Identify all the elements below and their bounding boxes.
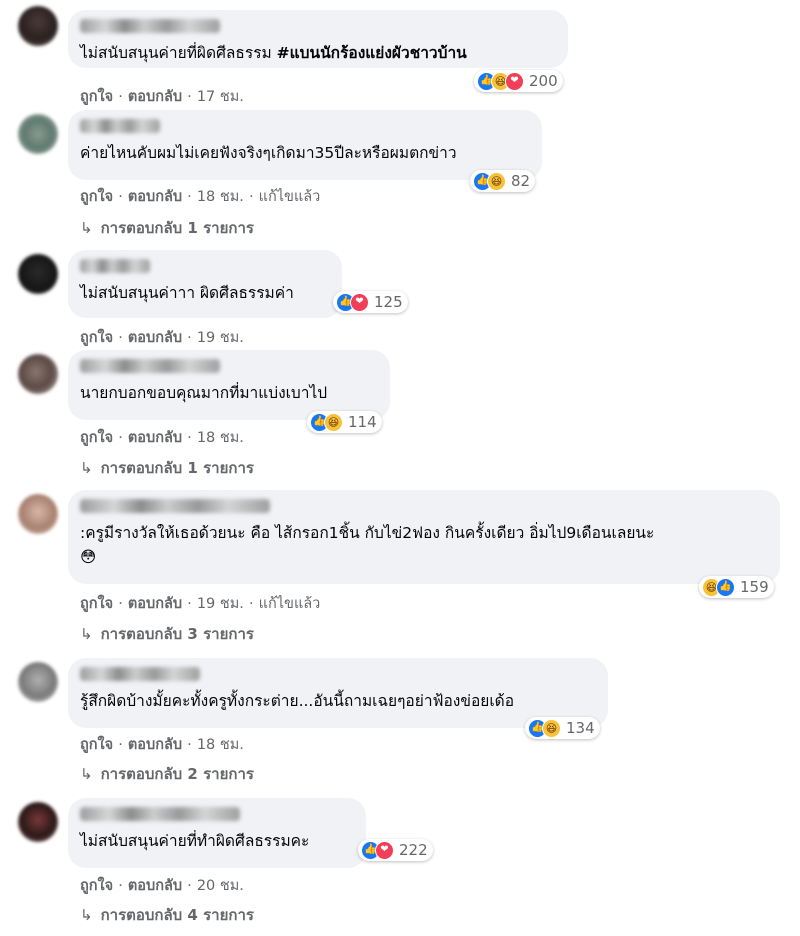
reply-arrow-icon: ↳ xyxy=(80,625,93,643)
edited-label: แก้ไขแล้ว xyxy=(258,596,321,612)
timestamp[interactable]: 19 ชม. xyxy=(197,596,244,612)
reaction-summary[interactable]: 👍 😆 114 xyxy=(307,411,382,433)
edited-label: แก้ไขแล้ว xyxy=(258,189,321,205)
haha-reaction-icon: 😆 xyxy=(542,718,561,738)
comment-text: นายกบอกขอบคุณมากที่มาแบ่งเบาไป xyxy=(80,384,328,402)
reaction-count: 159 xyxy=(740,578,769,596)
reply-button[interactable]: ตอบกลับ xyxy=(128,330,182,346)
comment-meta: ถูกใจ · ตอบกลับ · 19 ชม. · แก้ไขแล้ว xyxy=(80,596,321,612)
comment-text: ไม่สนับสนุนค่ายที่ทำผิดศีลธรรมคะ xyxy=(80,832,310,850)
love-reaction-icon: ❤ xyxy=(375,840,394,860)
like-button[interactable]: ถูกใจ xyxy=(80,596,113,612)
comment-bubble: ไม่สนับสนุนค่ายที่ทำผิดศีลธรรมคะ xyxy=(68,798,366,868)
reply-arrow-icon: ↳ xyxy=(80,765,93,783)
timestamp[interactable]: 18 ชม. xyxy=(197,189,244,205)
timestamp[interactable]: 19 ชม. xyxy=(197,330,244,346)
comment-text: ค่ายไหนคับผมไม่เคยฟังจริงๆเกิดมา35ปีละหร… xyxy=(80,144,457,162)
reply-arrow-icon: ↳ xyxy=(80,219,93,237)
reply-button[interactable]: ตอบกลับ xyxy=(128,189,182,205)
author-name[interactable] xyxy=(80,259,150,273)
timestamp[interactable]: 17 ชม. xyxy=(197,89,244,105)
avatar[interactable] xyxy=(18,662,58,702)
view-replies-link[interactable]: ↳ การตอบกลับ 4 รายการ xyxy=(80,903,254,927)
timestamp[interactable]: 18 ชม. xyxy=(197,430,244,446)
author-name[interactable] xyxy=(80,119,160,133)
hashtag-link[interactable]: #แบนนักร้องแย่งผัวชาวบ้าน xyxy=(277,44,467,62)
like-button[interactable]: ถูกใจ xyxy=(80,189,113,205)
reaction-count: 82 xyxy=(511,172,531,190)
comment-meta: ถูกใจ · ตอบกลับ · 20 ชม. xyxy=(80,878,244,894)
avatar[interactable] xyxy=(18,802,58,842)
timestamp[interactable]: 20 ชม. xyxy=(197,878,244,894)
reply-button[interactable]: ตอบกลับ xyxy=(128,596,182,612)
author-name[interactable] xyxy=(80,667,200,681)
view-replies-link[interactable]: ↳ การตอบกลับ 1 รายการ xyxy=(80,456,254,480)
comment-meta: ถูกใจ · ตอบกลับ · 19 ชม. xyxy=(80,330,244,346)
like-button[interactable]: ถูกใจ xyxy=(80,89,113,105)
avatar[interactable] xyxy=(18,254,58,294)
comment-meta: ถูกใจ · ตอบกลับ · 18 ชม. · แก้ไขแล้ว xyxy=(80,189,321,205)
reaction-count: 125 xyxy=(374,293,403,311)
author-name[interactable] xyxy=(80,807,240,821)
comment-meta: ถูกใจ · ตอบกลับ · 18 ชม. xyxy=(80,430,244,446)
reaction-summary[interactable]: 👍 😆 ❤ 200 xyxy=(474,70,563,92)
love-reaction-icon: ❤ xyxy=(505,71,524,91)
avatar[interactable] xyxy=(18,6,58,46)
avatar[interactable] xyxy=(18,354,58,394)
comment-text: ไม่สนับสนุนค่าาา ผิดศีลธรรมค่า xyxy=(80,284,294,302)
reaction-summary[interactable]: 😆 👍 159 xyxy=(699,576,774,598)
like-button[interactable]: ถูกใจ xyxy=(80,737,113,753)
reaction-summary[interactable]: 👍 ❤ 222 xyxy=(358,839,433,861)
comment-bubble: ไม่สนับสนุนค่าาา ผิดศีลธรรมค่า xyxy=(68,250,342,318)
reaction-summary[interactable]: 👍 ❤ 125 xyxy=(333,291,408,313)
reaction-count: 200 xyxy=(529,72,558,90)
reply-button[interactable]: ตอบกลับ xyxy=(128,737,182,753)
reply-arrow-icon: ↳ xyxy=(80,459,93,477)
reply-button[interactable]: ตอบกลับ xyxy=(128,430,182,446)
comment-meta: ถูกใจ · ตอบกลับ · 17 ชม. xyxy=(80,89,244,105)
reaction-summary[interactable]: 👍 😆 134 xyxy=(525,717,600,739)
comment-bubble: นายกบอกขอบคุณมากที่มาแบ่งเบาไป xyxy=(68,350,390,420)
haha-reaction-icon: 😆 xyxy=(487,171,506,191)
love-reaction-icon: ❤ xyxy=(350,292,369,312)
reaction-count: 222 xyxy=(399,841,428,859)
comment-bubble: :ครูมีรางวัลให้เธอด้วยนะ คือ ไส้กรอก1ชิ้… xyxy=(68,490,780,584)
reply-button[interactable]: ตอบกลับ xyxy=(128,878,182,894)
timestamp[interactable]: 18 ชม. xyxy=(197,737,244,753)
avatar[interactable] xyxy=(18,494,58,534)
comment-bubble: ค่ายไหนคับผมไม่เคยฟังจริงๆเกิดมา35ปีละหร… xyxy=(68,110,542,180)
reaction-summary[interactable]: 👍 😆 82 xyxy=(470,170,536,192)
comment-text: ไม่สนับสนุนค่ายที่ผิดศีลธรรม #แบนนักร้อง… xyxy=(80,44,467,62)
haha-reaction-icon: 😆 xyxy=(324,412,343,432)
author-name[interactable] xyxy=(80,499,270,513)
like-button[interactable]: ถูกใจ xyxy=(80,878,113,894)
author-name[interactable] xyxy=(80,19,220,33)
reaction-count: 134 xyxy=(566,719,595,737)
reply-button[interactable]: ตอบกลับ xyxy=(128,89,182,105)
author-name[interactable] xyxy=(80,359,220,373)
comment-bubble: รู้สึกผิดบ้างมั้ยคะทั้งครูทั้งกระต่าย...… xyxy=(68,658,608,728)
like-button[interactable]: ถูกใจ xyxy=(80,330,113,346)
like-reaction-icon: 👍 xyxy=(716,577,735,597)
reply-arrow-icon: ↳ xyxy=(80,906,93,924)
comment-bubble: ไม่สนับสนุนค่ายที่ผิดศีลธรรม #แบนนักร้อง… xyxy=(68,10,568,68)
flushed-emoji-icon: 😳 xyxy=(80,548,97,566)
avatar[interactable] xyxy=(18,114,58,154)
comment-meta: ถูกใจ · ตอบกลับ · 18 ชม. xyxy=(80,737,244,753)
view-replies-link[interactable]: ↳ การตอบกลับ 2 รายการ xyxy=(80,762,254,786)
view-replies-link[interactable]: ↳ การตอบกลับ 1 รายการ xyxy=(80,216,254,240)
view-replies-link[interactable]: ↳ การตอบกลับ 3 รายการ xyxy=(80,622,254,646)
comment-text: รู้สึกผิดบ้างมั้ยคะทั้งครูทั้งกระต่าย...… xyxy=(80,692,515,710)
like-button[interactable]: ถูกใจ xyxy=(80,430,113,446)
reaction-count: 114 xyxy=(348,413,377,431)
comment-text: :ครูมีรางวัลให้เธอด้วยนะ คือ ไส้กรอก1ชิ้… xyxy=(80,524,655,566)
